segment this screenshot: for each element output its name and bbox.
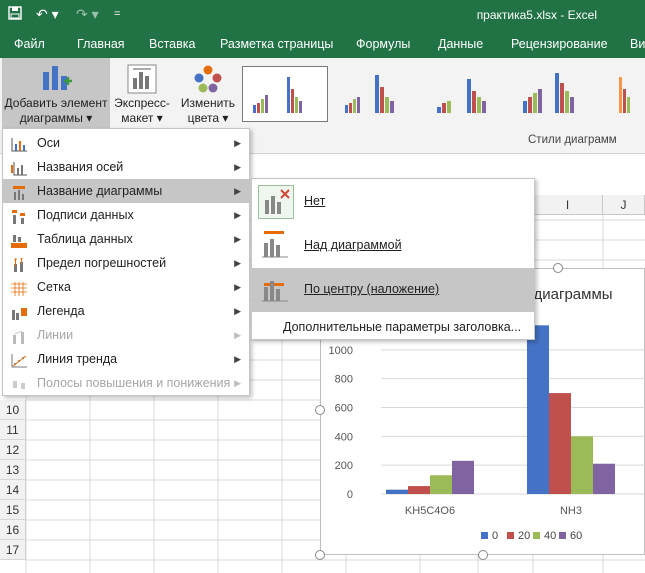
tab-view[interactable]: Ви: [630, 37, 645, 51]
legend-entry[interactable]: 60: [570, 530, 582, 542]
y-tick-label: 600: [335, 403, 353, 415]
bar-20-NH3[interactable]: [549, 393, 571, 494]
up-down-bars-icon: [11, 376, 27, 390]
submenu-arrow-icon: ▶: [234, 162, 241, 172]
add-chart-element-button[interactable]: Добавить элемент диаграммы ▾: [2, 58, 110, 130]
submenu-arrow-icon: ▶: [234, 354, 241, 364]
chart-title-submenu: Нет Над диаграммой По центру (наложение)…: [251, 178, 535, 340]
submenu-arrow-icon: ▶: [234, 186, 241, 196]
save-icon[interactable]: [8, 6, 22, 23]
redo-icon[interactable]: ↷ ▾: [76, 6, 99, 23]
bar-60-KH5C4O6[interactable]: [452, 460, 474, 494]
y-tick-label: 400: [335, 431, 353, 443]
legend-swatch: [507, 532, 514, 539]
axes-icon: [11, 136, 27, 152]
tab-file[interactable]: Файл: [14, 37, 45, 51]
lines-icon: [11, 328, 27, 344]
menu-item-error-bars[interactable]: Предел погрешностей ▶: [3, 251, 249, 275]
chart-style-1[interactable]: [242, 66, 328, 122]
quick-layout-button[interactable]: Экспресс- макет ▾: [111, 58, 173, 130]
submenu-arrow-icon: ▶: [234, 210, 241, 220]
tab-formulas[interactable]: Формулы: [356, 37, 410, 51]
chart-style-2[interactable]: [332, 66, 418, 122]
chart-resize-handle[interactable]: [315, 550, 325, 560]
tab-insert[interactable]: Вставка: [149, 37, 195, 51]
bar-40-KH5C4O6[interactable]: [430, 475, 452, 494]
submenu-arrow-icon: ▶: [234, 234, 241, 244]
legend-entry[interactable]: 20: [518, 530, 530, 542]
x-tick-label: KH5C4O6: [405, 505, 455, 517]
legend-entry[interactable]: 0: [492, 530, 498, 542]
menu-item-axis-titles[interactable]: Названия осей ▶: [3, 155, 249, 179]
menu-item-data-table[interactable]: Таблица данных ▶: [3, 227, 249, 251]
submenu-arrow-icon: ▶: [234, 330, 241, 340]
more-title-options[interactable]: Дополнительные параметры заголовка...: [252, 315, 534, 339]
chart-styles-gallery: [236, 62, 645, 126]
window-title: практика5.xlsx - Excel: [476, 8, 597, 22]
submenu-arrow-icon: ▶: [234, 282, 241, 292]
quick-layout-icon: [127, 64, 157, 94]
submenu-arrow-icon: ▶: [234, 258, 241, 268]
legend-swatch: [481, 532, 488, 539]
x-tick-label: NH3: [560, 505, 582, 517]
submenu-arrow-icon: ▶: [234, 138, 241, 148]
bar-0-KH5C4O6[interactable]: [386, 489, 408, 494]
menu-item-trendline[interactable]: Линия тренда ▶: [3, 347, 249, 371]
error-bars-icon: [11, 256, 27, 272]
menu-item-up-down-bars: Полосы повышения и понижения ▶: [3, 371, 249, 395]
chart-style-3[interactable]: [422, 66, 508, 122]
menu-item-data-labels[interactable]: Подписи данных ▶: [3, 203, 249, 227]
title-above-icon: [258, 229, 294, 263]
menu-item-gridlines[interactable]: Сетка ▶: [3, 275, 249, 299]
legend-swatch: [533, 532, 540, 539]
data-labels-icon: [11, 208, 27, 224]
change-colors-icon: [193, 64, 223, 94]
tab-review[interactable]: Рецензирование: [511, 37, 608, 51]
bar-20-KH5C4O6[interactable]: [408, 486, 430, 494]
bar-40-NH3[interactable]: [571, 436, 593, 494]
legend-icon: [11, 304, 27, 320]
menu-item-axes[interactable]: Оси ▶: [3, 131, 249, 155]
data-table-icon: [11, 232, 27, 248]
legend-entry[interactable]: 40: [544, 530, 556, 542]
y-tick-label: 0: [347, 489, 353, 501]
menu-item-lines: Линии ▶: [3, 323, 249, 347]
title-overlay-icon: [258, 273, 294, 307]
submenu-arrow-icon: ▶: [234, 378, 241, 388]
chart-resize-handle[interactable]: [553, 263, 563, 273]
chart-style-6[interactable]: [602, 66, 645, 122]
title-option-centered-overlay[interactable]: По центру (наложение): [252, 268, 534, 312]
customize-qat-icon[interactable]: =: [114, 8, 120, 20]
bar-60-NH3[interactable]: [593, 463, 615, 494]
chart-title-icon: [11, 184, 27, 200]
ribbon-tab-bar: Файл Главная Вставка Разметка страницы Ф…: [0, 30, 645, 58]
change-colors-button[interactable]: Изменить цвета ▾: [177, 58, 239, 130]
tab-page-layout[interactable]: Разметка страницы: [220, 37, 333, 51]
tab-home[interactable]: Главная: [77, 37, 125, 51]
menu-item-legend[interactable]: Легенда ▶: [3, 299, 249, 323]
title-option-none[interactable]: Нет: [252, 180, 534, 224]
tab-data[interactable]: Данные: [438, 37, 483, 51]
axis-titles-icon: [11, 160, 27, 176]
add-chart-element-icon: [39, 64, 73, 94]
gridlines-icon: [11, 280, 27, 296]
y-tick-label: 1000: [329, 345, 353, 357]
trendline-icon: [11, 352, 27, 368]
no-title-icon: [258, 185, 294, 219]
y-tick-label: 200: [335, 460, 353, 472]
undo-icon[interactable]: ↶ ▾: [36, 6, 59, 23]
menu-item-chart-title[interactable]: Название диаграммы ▶: [3, 179, 249, 203]
chart-style-4[interactable]: [512, 66, 598, 122]
chart-styles-group-label: Стили диаграмм: [528, 134, 617, 146]
chart-resize-handle[interactable]: [315, 405, 325, 415]
legend-swatch: [559, 532, 566, 539]
y-tick-label: 800: [335, 374, 353, 386]
title-option-above-chart[interactable]: Над диаграммой: [252, 224, 534, 268]
bar-0-NH3[interactable]: [527, 325, 549, 494]
title-bar: ↶ ▾ ↷ ▾ = практика5.xlsx - Excel: [0, 0, 645, 30]
chart-element-menu: Оси ▶ Названия осей ▶ Название диаграммы ▶ …: [2, 128, 250, 396]
chart-resize-handle[interactable]: [478, 550, 488, 560]
submenu-arrow-icon: ▶: [234, 306, 241, 316]
